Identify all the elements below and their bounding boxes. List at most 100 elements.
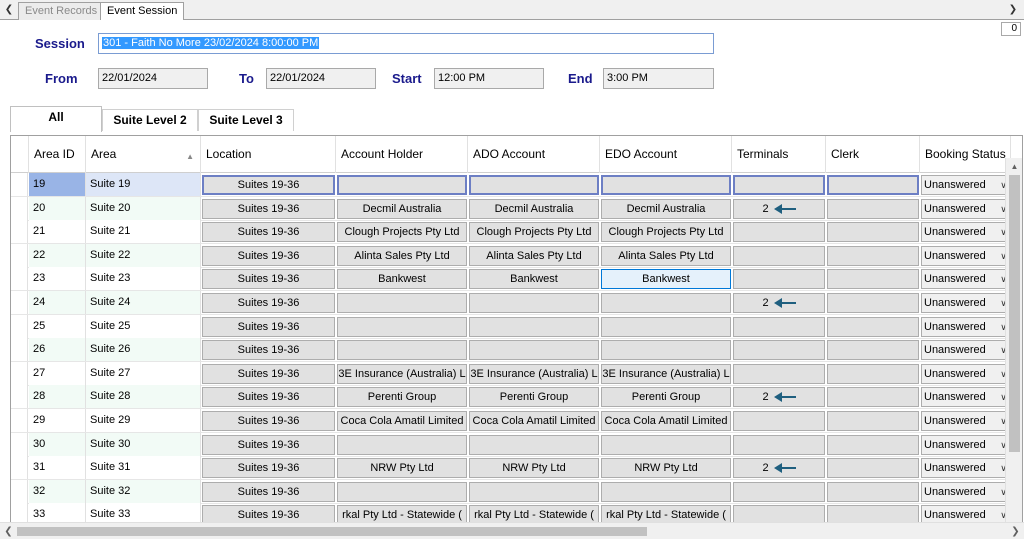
location-button[interactable]: Suites 19-36 <box>202 316 335 337</box>
scroll-tabs-left-icon[interactable]: ❮ <box>2 2 16 17</box>
account-holder-button[interactable] <box>337 340 467 361</box>
horizontal-scroll-thumb[interactable] <box>17 527 647 536</box>
clerk-button[interactable] <box>827 363 919 384</box>
account-holder-button[interactable] <box>337 434 467 455</box>
location-button[interactable]: Suites 19-36 <box>202 293 335 313</box>
column-header-booking-status[interactable]: Booking Status <box>920 136 1011 173</box>
booking-status-select[interactable]: Unanswered ∨ <box>921 293 1011 313</box>
table-row[interactable]: 24 Suite 24 Suites 19-36 2 Unanswered ∨ <box>11 291 1011 315</box>
edo-account-button[interactable] <box>601 434 731 455</box>
terminals-button[interactable]: 2 <box>733 293 825 313</box>
booking-status-select[interactable]: Unanswered ∨ <box>921 434 1011 455</box>
account-holder-button[interactable]: Perenti Group <box>337 387 467 408</box>
terminals-button[interactable] <box>733 269 825 290</box>
scroll-right-icon[interactable]: ❯ <box>1007 523 1024 539</box>
ado-account-button[interactable] <box>469 293 599 313</box>
terminals-button[interactable] <box>733 434 825 455</box>
booking-status-select[interactable]: Unanswered ∨ <box>921 245 1011 266</box>
from-date-field[interactable]: 22/01/2024 <box>98 68 208 89</box>
scroll-tabs-right-icon[interactable]: ❯ <box>1006 2 1020 17</box>
table-row[interactable]: 30 Suite 30 Suites 19-36 Unanswered ∨ <box>11 432 1011 457</box>
row-selector[interactable] <box>11 385 28 409</box>
edo-account-button[interactable]: NRW Pty Ltd <box>601 458 731 479</box>
edo-account-button[interactable]: 3E Insurance (Australia) L <box>601 363 731 384</box>
table-row[interactable]: 32 Suite 32 Suites 19-36 Unanswered ∨ <box>11 479 1011 504</box>
column-header-clerk[interactable]: Clerk <box>826 136 920 173</box>
location-button[interactable]: Suites 19-36 <box>202 222 335 243</box>
column-header-ado-account[interactable]: ADO Account <box>468 136 600 173</box>
scroll-left-icon[interactable]: ❮ <box>0 523 17 539</box>
account-holder-button[interactable]: Alinta Sales Pty Ltd <box>337 245 467 266</box>
start-time-field[interactable]: 12:00 PM <box>434 68 544 89</box>
terminals-button[interactable]: 2 <box>733 387 825 408</box>
booking-status-select[interactable]: Unanswered ∨ <box>921 363 1011 384</box>
clerk-button[interactable] <box>827 434 919 455</box>
row-selector[interactable] <box>11 409 28 432</box>
row-selector[interactable] <box>11 479 28 503</box>
table-row[interactable]: 25 Suite 25 Suites 19-36 Unanswered ∨ <box>11 314 1011 339</box>
location-button[interactable]: Suites 19-36 <box>202 387 335 408</box>
row-selector[interactable] <box>11 432 28 456</box>
booking-status-select[interactable]: Unanswered ∨ <box>921 411 1011 431</box>
tab-all[interactable]: All <box>10 106 102 132</box>
table-row[interactable]: 27 Suite 27 Suites 19-36 3E Insurance (Aust… <box>11 361 1011 386</box>
row-selector[interactable] <box>11 361 28 385</box>
terminals-button[interactable] <box>733 363 825 384</box>
clerk-button[interactable] <box>827 481 919 502</box>
terminals-button[interactable] <box>733 245 825 266</box>
tab-suite-level-3[interactable]: Suite Level 3 <box>198 109 294 131</box>
row-selector[interactable] <box>11 314 28 338</box>
clerk-button[interactable] <box>827 293 919 313</box>
ado-account-button[interactable] <box>469 481 599 502</box>
booking-status-select[interactable]: Unanswered ∨ <box>921 198 1011 219</box>
edo-account-button[interactable]: Coca Cola Amatil Limited <box>601 411 731 431</box>
row-selector[interactable] <box>11 243 28 267</box>
vertical-scroll-thumb[interactable] <box>1009 175 1020 452</box>
terminals-button[interactable]: 2 <box>733 198 825 219</box>
booking-status-select[interactable]: Unanswered ∨ <box>921 340 1011 361</box>
tab-event-records[interactable]: Event Records <box>18 2 105 20</box>
ado-account-button[interactable] <box>469 316 599 337</box>
ado-account-button[interactable]: NRW Pty Ltd <box>469 458 599 479</box>
location-button[interactable]: Suites 19-36 <box>202 458 335 479</box>
clerk-button[interactable] <box>827 175 919 195</box>
account-holder-button[interactable]: 3E Insurance (Australia) L <box>337 363 467 384</box>
table-row[interactable]: 21 Suite 21 Suites 19-36 Clough Projects Pt… <box>11 220 1011 245</box>
table-row[interactable]: 23 Suite 23 Suites 19-36 Bankwest Bankwest Ba… <box>11 267 1011 292</box>
scroll-up-icon[interactable]: ▲ <box>1006 158 1022 175</box>
table-row[interactable]: 31 Suite 31 Suites 19-36 NRW Pty Ltd NRW Pty… <box>11 456 1011 481</box>
location-button[interactable]: Suites 19-36 <box>202 481 335 502</box>
clerk-button[interactable] <box>827 198 919 219</box>
row-selector[interactable] <box>11 456 28 480</box>
booking-status-select[interactable]: Unanswered ∨ <box>921 222 1011 243</box>
location-button[interactable]: Suites 19-36 <box>202 269 335 290</box>
ado-account-button[interactable] <box>469 175 599 195</box>
account-holder-button[interactable]: NRW Pty Ltd <box>337 458 467 479</box>
edo-account-button[interactable]: Perenti Group <box>601 387 731 408</box>
table-row[interactable]: 29 Suite 29 Suites 19-36 Coca Cola Amatil L… <box>11 409 1011 433</box>
location-button[interactable]: Suites 19-36 <box>202 340 335 361</box>
session-field[interactable]: 301 - Faith No More 23/02/2024 8:00:00 P… <box>98 33 714 54</box>
horizontal-scrollbar[interactable]: ❮ ❯ <box>0 522 1024 539</box>
ado-account-button[interactable]: Alinta Sales Pty Ltd <box>469 245 599 266</box>
terminals-button[interactable]: 2 <box>733 458 825 479</box>
location-button[interactable]: Suites 19-36 <box>202 434 335 455</box>
row-selector[interactable] <box>11 173 28 196</box>
account-holder-button[interactable] <box>337 481 467 502</box>
edo-account-button[interactable]: Clough Projects Pty Ltd <box>601 222 731 243</box>
column-header-location[interactable]: Location <box>201 136 336 173</box>
terminals-button[interactable] <box>733 340 825 361</box>
location-button[interactable]: Suites 19-36 <box>202 411 335 431</box>
ado-account-button[interactable]: Clough Projects Pty Ltd <box>469 222 599 243</box>
edo-account-button[interactable] <box>601 481 731 502</box>
account-holder-button[interactable] <box>337 175 467 195</box>
tab-suite-level-2[interactable]: Suite Level 2 <box>102 109 198 131</box>
column-header-area[interactable]: Area ▲ <box>86 136 201 173</box>
end-time-field[interactable]: 3:00 PM <box>603 68 714 89</box>
row-selector[interactable] <box>11 196 28 220</box>
clerk-button[interactable] <box>827 458 919 479</box>
row-selector[interactable] <box>11 338 28 362</box>
column-header-account-holder[interactable]: Account Holder <box>336 136 468 173</box>
ado-account-button[interactable]: 3E Insurance (Australia) L <box>469 363 599 384</box>
column-header-terminals[interactable]: Terminals <box>732 136 826 173</box>
